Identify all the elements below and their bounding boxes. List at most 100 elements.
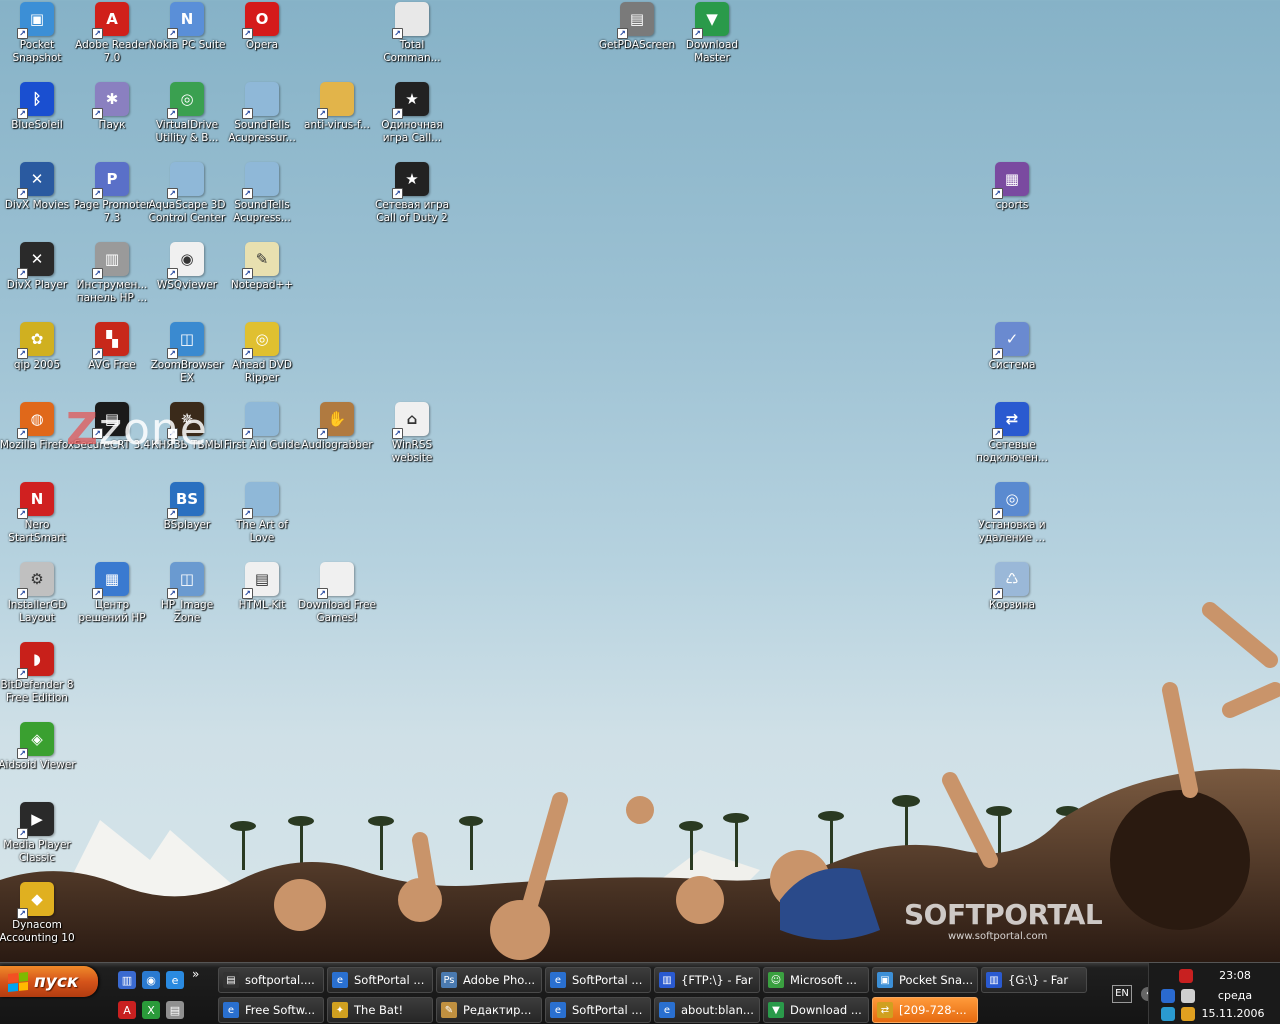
desktop-icon[interactable]: ▤ ↗ GetPDAScreen [599,2,675,52]
desktop-icon[interactable]: ◉ ↗ WSQviewer [149,242,225,292]
eye-icon: ◉ ↗ [167,242,204,279]
taskbar-button[interactable]: ⇄ [209-728-... [872,997,978,1023]
desktop-icon[interactable]: ◎ ↗ Установка и удаление ... [974,482,1050,545]
softportal-watermark: SOFTPORTAL [904,898,1103,931]
desktop-icon[interactable]: ◫ ↗ HP_Image Zone [149,562,225,625]
desktop-icon[interactable]: ◈ ↗ Aidsoid Viewer [0,722,76,772]
quicklaunch-more-button[interactable]: » [192,967,199,981]
shortcut-arrow-icon: ↗ [317,108,328,119]
desktop-icon[interactable]: ✓ ↗ Система [974,322,1050,372]
tray-eye-icon[interactable] [1161,989,1175,1003]
desktop-icon[interactable]: ⇄ ↗ Сетевые подключен... [974,402,1050,465]
desktop-icon-label: ZoomBrowser EX [150,359,224,384]
desktop-icon[interactable]: ⌂ ↗ WinRSS website [374,402,450,465]
taskbar-button[interactable]: e SoftPortal ... [545,997,651,1023]
desktop-icon[interactable]: ◍ ↗ Mozilla Firefox [0,402,75,452]
desktop-icon[interactable]: ✎ ↗ Notepad++ [224,242,300,292]
excel-icon[interactable]: X [142,1001,160,1019]
shortcut-arrow-icon: ↗ [242,428,253,439]
desktop-icon[interactable]: ✋ ↗ Audiograbber [299,402,375,452]
internet-explorer-icon[interactable]: e [166,971,184,989]
tray-shield-icon[interactable] [1181,1007,1195,1021]
desktop-icon[interactable]: ★ ↗ Сетевая игра Call of Duty 2 [374,162,450,225]
acrobat-icon[interactable]: A [118,1001,136,1019]
taskbar-button-label: Adobe Pho... [463,973,536,987]
taskbar: пуск » EN ‹ 23:08 среда 15.11.2006 ▥◉eAX… [0,962,1280,1024]
desktop-icon-label: Nokia PC Suite [148,39,226,51]
scanner-icon[interactable]: ▤ [166,1001,184,1019]
shortcut-arrow-icon: ↗ [317,428,328,439]
taskbar-button[interactable]: ▼ Download ... [763,997,869,1023]
show-desktop-icon[interactable]: ▥ [118,971,136,989]
tray-globe-icon[interactable] [1161,1007,1175,1021]
desktop-icon[interactable]: ♺ ↗ Корзина [974,562,1050,612]
desktop-icon[interactable]: ↗ Total Comman... [374,2,450,65]
desktop-icon[interactable]: ↗ SoundTells Acupress... [224,162,300,225]
transfer-icon: ⇄ [877,1002,893,1018]
shortcut-arrow-icon: ↗ [242,348,253,359]
desktop-icon[interactable]: A ↗ Adobe Reader 7.0 [74,2,150,65]
nero-icon: N ↗ [17,482,54,519]
desktop-icon[interactable]: ▦ ↗ cports [974,162,1050,212]
windows-media-icon[interactable]: ◉ [142,971,160,989]
desktop-icon[interactable]: ▶ ↗ Media Player Classic [0,802,75,865]
tray-app-icon[interactable] [1179,969,1193,983]
desktop-icon[interactable]: P ↗ Page Promoter 7.3 [74,162,150,225]
recycle-bin-icon: ♺ ↗ [992,562,1029,599]
taskbar-button[interactable]: e SoftPortal ... [545,967,651,993]
taskbar-button[interactable]: e about:blan... [654,997,760,1023]
desktop-icon-label: BlueSoleil [11,119,63,131]
desktop-icon[interactable]: ↗ The Art of Love [224,482,300,545]
desktop-icon[interactable]: ★ ↗ Одиночная игра Call... [374,82,450,145]
call-of-duty-icon: ★ ↗ [392,82,429,119]
desktop-icon[interactable]: ᛒ ↗ BlueSoleil [0,82,75,132]
bsplayer-icon: BS ↗ [167,482,204,519]
desktop-icon[interactable]: ✱ ↗ Паук [74,82,150,132]
taskbar-button[interactable]: e SoftPortal ... [327,967,433,993]
shortcut-arrow-icon: ↗ [167,188,178,199]
desktop-icon[interactable]: ◗ ↗ BitDefender 8 Free Edition [0,642,75,705]
shortcut-arrow-icon: ↗ [92,28,103,39]
start-button[interactable]: пуск [0,966,98,997]
desktop-icon[interactable]: ▤ ↗ HTML-Kit [224,562,300,612]
taskbar-button[interactable]: e Free Softw... [218,997,324,1023]
desktop-icon[interactable]: ▼ ↗ Download Master [674,2,750,65]
shortcut-arrow-icon: ↗ [17,188,28,199]
desktop-icon[interactable]: ⚙ ↗ InstallerGD Layout [0,562,75,625]
tray-network-icon[interactable] [1181,989,1195,1003]
language-indicator[interactable]: EN [1112,985,1132,1003]
far-manager-icon: ▥ [659,972,675,988]
desktop-icon[interactable]: ◫ ↗ ZoomBrowser EX [149,322,225,385]
desktop-icon[interactable]: O ↗ Opera [224,2,300,52]
taskbar-button[interactable]: ▥ {G:\} - Far [981,967,1087,993]
desktop-icon[interactable]: ◆ ↗ Dynacom Accounting 10 [0,882,75,945]
desktop-icon[interactable]: ✕ ↗ DivX Movies [0,162,75,212]
desktop-icon[interactable]: ▣ ↗ Pocket Snapshot [0,2,75,65]
desktop-icon[interactable]: ↗ First Aid Guide [224,402,300,452]
taskbar-button[interactable]: ▤ softportal.... [218,967,324,993]
the-bat-icon: ✦ [332,1002,348,1018]
shortcut-arrow-icon: ↗ [167,108,178,119]
taskbar-button[interactable]: ☺ Microsoft ... [763,967,869,993]
desktop-icon[interactable]: BS ↗ BSplayer [149,482,225,532]
taskbar-button[interactable]: Ps Adobe Pho... [436,967,542,993]
desktop-icon[interactable]: ✕ ↗ DivX Player [0,242,75,292]
taskbar-button[interactable]: ✎ Редактир... [436,997,542,1023]
desktop-icon[interactable]: ◎ ↗ Ahead DVD Ripper [224,322,300,385]
installer-icon: ⚙ ↗ [17,562,54,599]
desktop-icon[interactable]: ↗ AquaScape 3D Control Center [149,162,225,225]
desktop-icon[interactable]: ↗ Download Free Games! [298,562,376,625]
desktop-icon[interactable]: ✿ ↗ qip 2005 [0,322,75,372]
desktop-icon[interactable]: ▦ ↗ Центр решений HP [74,562,150,625]
taskbar-button[interactable]: ▥ {FTP:\} - Far [654,967,760,993]
desktop-icon[interactable]: N ↗ Nokia PC Suite [149,2,225,52]
desktop-icon[interactable]: N ↗ Nero StartSmart [0,482,75,545]
desktop-icon[interactable]: ▥ ↗ Инструмен... панель HP ... [74,242,150,305]
desktop-icon[interactable]: ↗ anti-virus-f... [299,82,375,132]
desktop-icon-label: cports [995,199,1029,211]
desktop-icon[interactable]: ◎ ↗ VirtualDrive Utility & B... [149,82,225,145]
taskbar-button[interactable]: ✦ The Bat! [327,997,433,1023]
desktop-icon[interactable]: ↗ SoundTells Acupressur... [224,82,300,145]
taskbar-button[interactable]: ▣ Pocket Sna... [872,967,978,993]
desktop-icon[interactable]: ▚ ↗ AVG Free [74,322,150,372]
